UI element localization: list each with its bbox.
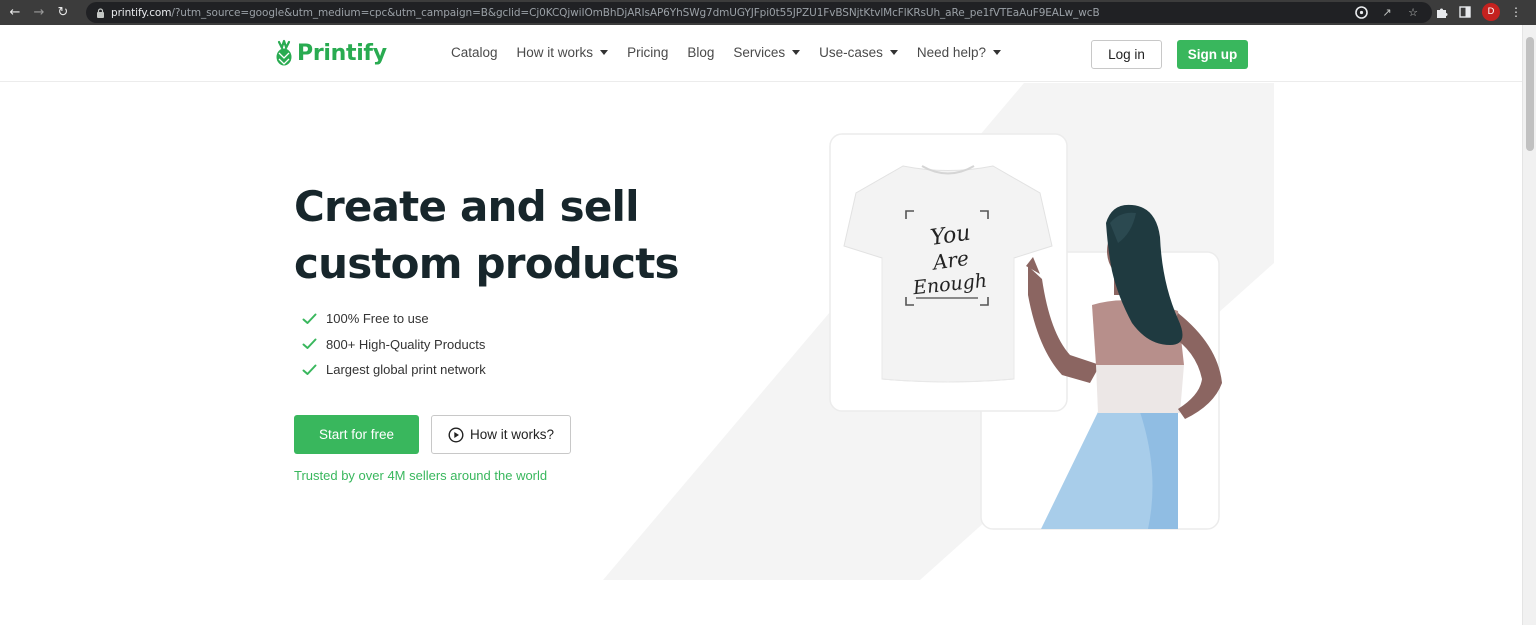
extensions-puzzle-icon[interactable] xyxy=(1434,5,1448,19)
trusted-text: Trusted by over 4M sellers around the wo… xyxy=(294,468,548,483)
url-host: printify.com xyxy=(111,6,172,19)
nav-label: Services xyxy=(733,45,786,60)
login-button[interactable]: Log in xyxy=(1091,40,1162,69)
feature-item: 100% Free to use xyxy=(302,306,486,332)
lock-icon xyxy=(95,7,105,18)
check-icon xyxy=(302,364,317,375)
nav-blog[interactable]: Blog xyxy=(687,45,714,60)
page-scrollbar[interactable] xyxy=(1522,25,1536,625)
feature-list: 100% Free to use 800+ High-Quality Produ… xyxy=(302,306,486,383)
browser-toolbar: ← → ↻ printify.com/?utm_source=google&ut… xyxy=(0,0,1536,25)
nav-label: Pricing xyxy=(627,45,669,60)
browser-menu-icon[interactable]: ⋮ xyxy=(1510,5,1522,19)
back-arrow-icon[interactable]: ← xyxy=(6,4,24,22)
caret-down-icon xyxy=(792,50,801,55)
logo-wordmark: Printify xyxy=(297,40,387,66)
nav-label: How it works xyxy=(516,45,594,60)
nav-services[interactable]: Services xyxy=(733,45,801,60)
start-for-free-button[interactable]: Start for free xyxy=(294,415,419,454)
nav-pricing[interactable]: Pricing xyxy=(627,45,668,60)
feature-text: 800+ High-Quality Products xyxy=(326,336,486,352)
caret-down-icon xyxy=(992,50,1001,55)
printify-logo[interactable]: Printify xyxy=(274,39,387,67)
nav-need-help[interactable]: Need help? xyxy=(917,45,1001,60)
bookmark-star-icon[interactable]: ☆ xyxy=(1406,5,1420,19)
site-header: Printify Catalog How it works Pricing Bl… xyxy=(0,25,1522,82)
signup-button[interactable]: Sign up xyxy=(1177,40,1248,69)
main-nav: Catalog How it works Pricing Blog Servic… xyxy=(451,45,1020,60)
forward-arrow-icon[interactable]: → xyxy=(30,4,48,22)
feature-text: 100% Free to use xyxy=(326,311,429,327)
feature-text: Largest global print network xyxy=(326,362,486,378)
url-path: /?utm_source=google&utm_medium=cpc&utm_c… xyxy=(171,6,1100,19)
nav-label: Blog xyxy=(687,45,715,60)
caret-down-icon xyxy=(600,50,609,55)
caret-down-icon xyxy=(889,50,898,55)
pineapple-logo-icon xyxy=(276,39,292,66)
nav-label: Use-cases xyxy=(819,45,883,60)
share-icon[interactable]: ↗ xyxy=(1380,5,1394,19)
address-bar[interactable]: printify.com/?utm_source=google&utm_medi… xyxy=(86,2,1432,23)
play-circle-icon xyxy=(448,426,464,443)
reload-icon[interactable]: ↻ xyxy=(54,4,72,22)
url-text: printify.com/?utm_source=google&utm_medi… xyxy=(111,7,1100,19)
nav-how-it-works[interactable]: How it works xyxy=(517,45,609,60)
check-icon xyxy=(302,313,317,324)
nav-label: Need help? xyxy=(916,45,986,60)
nav-label: Catalog xyxy=(451,45,498,60)
how-it-works-button[interactable]: How it works? xyxy=(431,415,571,454)
profile-avatar[interactable]: D xyxy=(1482,3,1500,21)
feature-item: Largest global print network xyxy=(302,357,486,383)
nav-catalog[interactable]: Catalog xyxy=(451,45,498,60)
hero-illustration: You Are Enough xyxy=(829,133,1222,530)
google-lens-icon[interactable] xyxy=(1354,5,1368,19)
nav-use-cases[interactable]: Use-cases xyxy=(819,45,898,60)
hero-title-line-1: Create and sell xyxy=(294,182,640,231)
check-icon xyxy=(302,338,317,350)
scrollbar-thumb[interactable] xyxy=(1526,37,1534,151)
side-panel-icon[interactable] xyxy=(1458,5,1472,19)
feature-item: 800+ High-Quality Products xyxy=(302,332,486,358)
how-it-works-label: How it works? xyxy=(469,427,555,442)
